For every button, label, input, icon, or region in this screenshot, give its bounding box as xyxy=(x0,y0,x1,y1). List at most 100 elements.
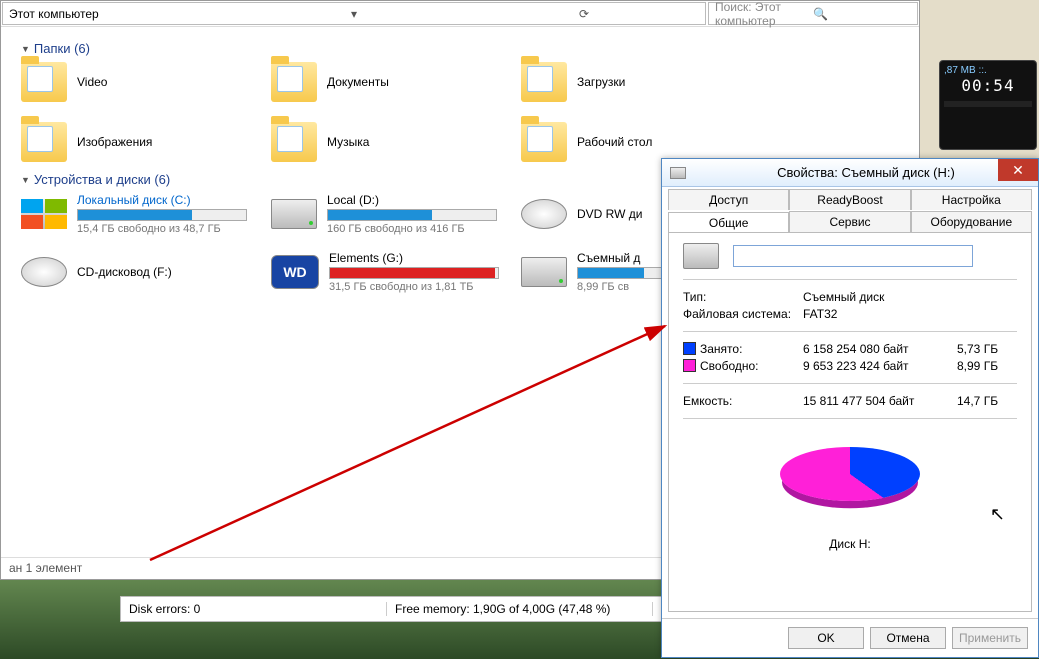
drive-text: Elements (G:) 31,5 ГБ свободно из 1,81 ТБ xyxy=(329,251,499,293)
address-text: Этот компьютер xyxy=(9,7,239,21)
free-bytes: 9 653 223 424 байт xyxy=(803,359,957,373)
capacity-gb: 14,7 ГБ xyxy=(957,394,1017,408)
folder-label: Загрузки xyxy=(577,75,625,89)
search-placeholder: Поиск: Этот компьютер xyxy=(715,0,813,28)
drive-text: Local (D:) 160 ГБ свободно из 416 ГБ xyxy=(327,193,497,235)
address-bar: Этот компьютер ▾ ⟳ Поиск: Этот компьютер… xyxy=(1,1,919,27)
folder-icon xyxy=(271,62,317,102)
used-bytes: 6 158 254 080 байт xyxy=(803,342,957,356)
drive-name: Local (D:) xyxy=(327,193,497,207)
optical-drive-icon xyxy=(21,257,67,287)
folder-item-download[interactable]: Загрузки xyxy=(521,62,771,102)
disk-errors-cell: Disk errors: 0 xyxy=(121,602,387,616)
folder-item-doc[interactable]: Документы xyxy=(271,62,521,102)
fs-label: Файловая система: xyxy=(683,307,803,321)
gadget-bar xyxy=(944,101,1032,107)
used-swatch-icon xyxy=(683,342,696,355)
folder-label: Документы xyxy=(327,75,389,89)
drive-item[interactable]: WDElements (G:)31,5 ГБ свободно из 1,81 … xyxy=(271,251,521,293)
capacity-bytes: 15 811 477 504 байт xyxy=(803,394,957,408)
drive-icon xyxy=(670,167,686,179)
folder-icon xyxy=(521,122,567,162)
usage-bar xyxy=(327,209,497,221)
drive-subtext: 31,5 ГБ свободно из 1,81 ТБ xyxy=(329,281,499,293)
close-button[interactable]: ✕ xyxy=(998,159,1038,181)
folder-label: Изображения xyxy=(77,135,152,149)
tab-readyboost[interactable]: ReadyBoost xyxy=(789,189,910,210)
cancel-button[interactable]: Отмена xyxy=(870,627,946,649)
folder-label: Video xyxy=(77,75,107,89)
folders-section-header[interactable]: ▼ Папки (6) xyxy=(21,41,909,56)
folder-item-video[interactable]: Video xyxy=(21,62,271,102)
search-input[interactable]: Поиск: Этот компьютер 🔍 xyxy=(708,2,918,25)
type-value: Съемный диск xyxy=(803,290,1017,304)
free-memory-cell: Free memory: 1,90G of 4,00G (47,48 %) xyxy=(387,602,653,616)
drives-header-text: Устройства и диски (6) xyxy=(34,172,170,187)
folder-icon xyxy=(21,62,67,102)
drive-name: Локальный диск (C:) xyxy=(77,193,247,207)
hdd-icon xyxy=(521,257,567,287)
search-icon[interactable]: 🔍 xyxy=(813,7,911,21)
hdd-icon xyxy=(271,199,317,229)
desktop-gadget: ,87 MB ::. 00:54 xyxy=(939,60,1037,150)
drive-name-link[interactable]: Локальный диск (C:) xyxy=(77,193,191,207)
cursor-icon: ↖ xyxy=(990,504,1005,525)
collapse-icon: ▼ xyxy=(21,175,30,185)
pie-caption: Диск H: xyxy=(683,537,1017,551)
separator xyxy=(683,331,1017,332)
folder-icon xyxy=(271,122,317,162)
drive-item[interactable]: Локальный диск (C:) 15,4 ГБ свободно из 4… xyxy=(21,193,271,235)
separator xyxy=(683,279,1017,280)
fs-value: FAT32 xyxy=(803,307,1017,321)
usage-bar xyxy=(77,209,247,221)
used-gb: 5,73 ГБ xyxy=(957,342,1017,356)
drive-text: CD-дисковод (F:) xyxy=(77,265,172,279)
folder-item-desktop[interactable]: Рабочий стол xyxy=(521,122,771,162)
address-field[interactable]: Этот компьютер ▾ ⟳ xyxy=(2,2,706,25)
drive-name: DVD RW ди xyxy=(577,207,642,221)
drive-item[interactable]: CD-дисковод (F:) xyxy=(21,251,271,293)
free-swatch-icon xyxy=(683,359,696,372)
free-gb: 8,99 ГБ xyxy=(957,359,1017,373)
free-label: Свободно: xyxy=(683,359,803,373)
folder-icon xyxy=(521,62,567,102)
optical-drive-icon xyxy=(521,199,567,229)
volume-label-input[interactable] xyxy=(733,245,973,267)
collapse-icon: ▼ xyxy=(21,44,30,54)
tab-настройка[interactable]: Настройка xyxy=(911,189,1032,210)
tab-panel-general: Тип: Съемный диск Файловая система: FAT3… xyxy=(668,232,1032,612)
gadget-speed: ,87 MB ::. xyxy=(944,65,1032,76)
dialog-title: Свойства: Съемный диск (H:) xyxy=(694,165,1038,180)
drive-name: Elements (G:) xyxy=(329,251,499,265)
properties-dialog: Свойства: Съемный диск (H:) ✕ ДоступRead… xyxy=(661,158,1039,658)
tab-общие[interactable]: Общие xyxy=(668,212,789,233)
os-drive-icon xyxy=(21,199,67,229)
refresh-icon[interactable]: ⟳ xyxy=(469,7,699,21)
folder-label: Рабочий стол xyxy=(577,135,652,149)
usage-pie-chart xyxy=(780,447,920,501)
gadget-clock: 00:54 xyxy=(944,76,1032,95)
folder-label: Музыка xyxy=(327,135,369,149)
drive-name: CD-дисковод (F:) xyxy=(77,265,172,279)
drive-item[interactable]: Local (D:) 160 ГБ свободно из 416 ГБ xyxy=(271,193,521,235)
folder-item-image[interactable]: Изображения xyxy=(21,122,271,162)
used-label: Занято: xyxy=(683,342,803,356)
separator xyxy=(683,383,1017,384)
drive-subtext: 15,4 ГБ свободно из 48,7 ГБ xyxy=(77,223,247,235)
folders-header-text: Папки (6) xyxy=(34,41,90,56)
drive-icon xyxy=(683,243,719,269)
address-dropdown-icon[interactable]: ▾ xyxy=(239,7,469,21)
apply-button[interactable]: Применить xyxy=(952,627,1028,649)
tab-оборудование[interactable]: Оборудование xyxy=(911,211,1032,232)
type-label: Тип: xyxy=(683,290,803,304)
folder-item-music[interactable]: Музыка xyxy=(271,122,521,162)
tab-доступ[interactable]: Доступ xyxy=(668,189,789,210)
ok-button[interactable]: OK xyxy=(788,627,864,649)
tab-сервис[interactable]: Сервис xyxy=(789,211,910,232)
status-text: ан 1 элемент xyxy=(9,561,82,575)
dialog-titlebar[interactable]: Свойства: Съемный диск (H:) ✕ xyxy=(662,159,1038,187)
usage-bar xyxy=(329,267,499,279)
dialog-button-row: OK Отмена Применить xyxy=(662,618,1038,657)
drive-subtext: 160 ГБ свободно из 416 ГБ xyxy=(327,223,497,235)
drive-text: DVD RW ди xyxy=(577,207,642,221)
